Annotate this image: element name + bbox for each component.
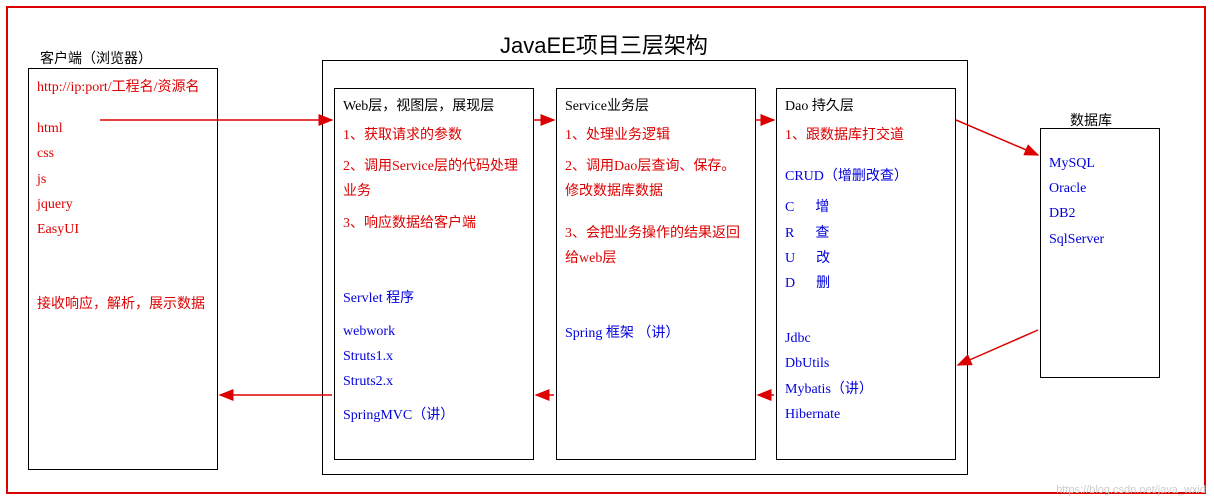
web-layer-box: Web层，视图层，展现层 1、获取请求的参数 2、调用Service层的代码处理… xyxy=(334,88,534,460)
dao-framework: Mybatis（讲） xyxy=(785,377,947,402)
db-heading: 数据库 xyxy=(1070,110,1112,130)
db-item: MySQL xyxy=(1049,151,1151,176)
client-heading: 客户端（浏览器） xyxy=(40,48,152,68)
db-item: SqlServer xyxy=(1049,227,1151,252)
database-box: MySQL Oracle DB2 SqlServer xyxy=(1040,128,1160,378)
service-step3: 3、会把业务操作的结果返回给web层 xyxy=(565,221,747,271)
client-tech: EasyUI xyxy=(37,217,209,242)
service-heading: Service业务层 xyxy=(565,95,747,115)
crud-line: U 改 xyxy=(785,246,947,271)
crud-label: CRUD（增删改查） xyxy=(785,164,947,189)
client-tech: css xyxy=(37,141,209,166)
web-heading: Web层，视图层，展现层 xyxy=(343,95,525,115)
web-step3: 3、响应数据给客户端 xyxy=(343,211,525,236)
service-layer-box: Service业务层 1、处理业务逻辑 2、调用Dao层查询、保存。修改数据库数… xyxy=(556,88,756,460)
service-step1: 1、处理业务逻辑 xyxy=(565,123,747,148)
dao-step1: 1、跟数据库打交道 xyxy=(785,123,947,148)
client-tech: js xyxy=(37,167,209,192)
client-receive: 接收响应，解析，展示数据 xyxy=(37,292,209,317)
dao-framework: Jdbc xyxy=(785,326,947,351)
service-step2: 2、调用Dao层查询、保存。修改数据库数据 xyxy=(565,154,747,204)
web-framework: Servlet 程序 xyxy=(343,286,525,311)
web-step1: 1、获取请求的参数 xyxy=(343,123,525,148)
web-framework: webwork xyxy=(343,319,525,344)
dao-framework: DbUtils xyxy=(785,351,947,376)
client-box: http://ip:port/工程名/资源名 html css js jquer… xyxy=(28,68,218,470)
dao-layer-box: Dao 持久层 1、跟数据库打交道 CRUD（增删改查） C 增 R 查 U 改… xyxy=(776,88,956,460)
db-item: DB2 xyxy=(1049,201,1151,226)
diagram-title: JavaEE项目三层架构 xyxy=(500,28,708,60)
crud-line: D 删 xyxy=(785,271,947,296)
client-tech: jquery xyxy=(37,192,209,217)
dao-framework: Hibernate xyxy=(785,402,947,427)
dao-heading: Dao 持久层 xyxy=(785,95,947,115)
client-tech: html xyxy=(37,116,209,141)
client-url: http://ip:port/工程名/资源名 xyxy=(37,75,209,100)
web-framework: Struts2.x xyxy=(343,369,525,394)
crud-line: R 查 xyxy=(785,221,947,246)
web-framework: Struts1.x xyxy=(343,344,525,369)
watermark: https://blog.csdn.net/java_wxid xyxy=(1056,484,1206,496)
crud-line: C 增 xyxy=(785,195,947,220)
web-framework: SpringMVC（讲） xyxy=(343,403,525,428)
web-step2: 2、调用Service层的代码处理业务 xyxy=(343,154,525,204)
db-item: Oracle xyxy=(1049,176,1151,201)
service-framework: Spring 框架 （讲） xyxy=(565,321,747,346)
